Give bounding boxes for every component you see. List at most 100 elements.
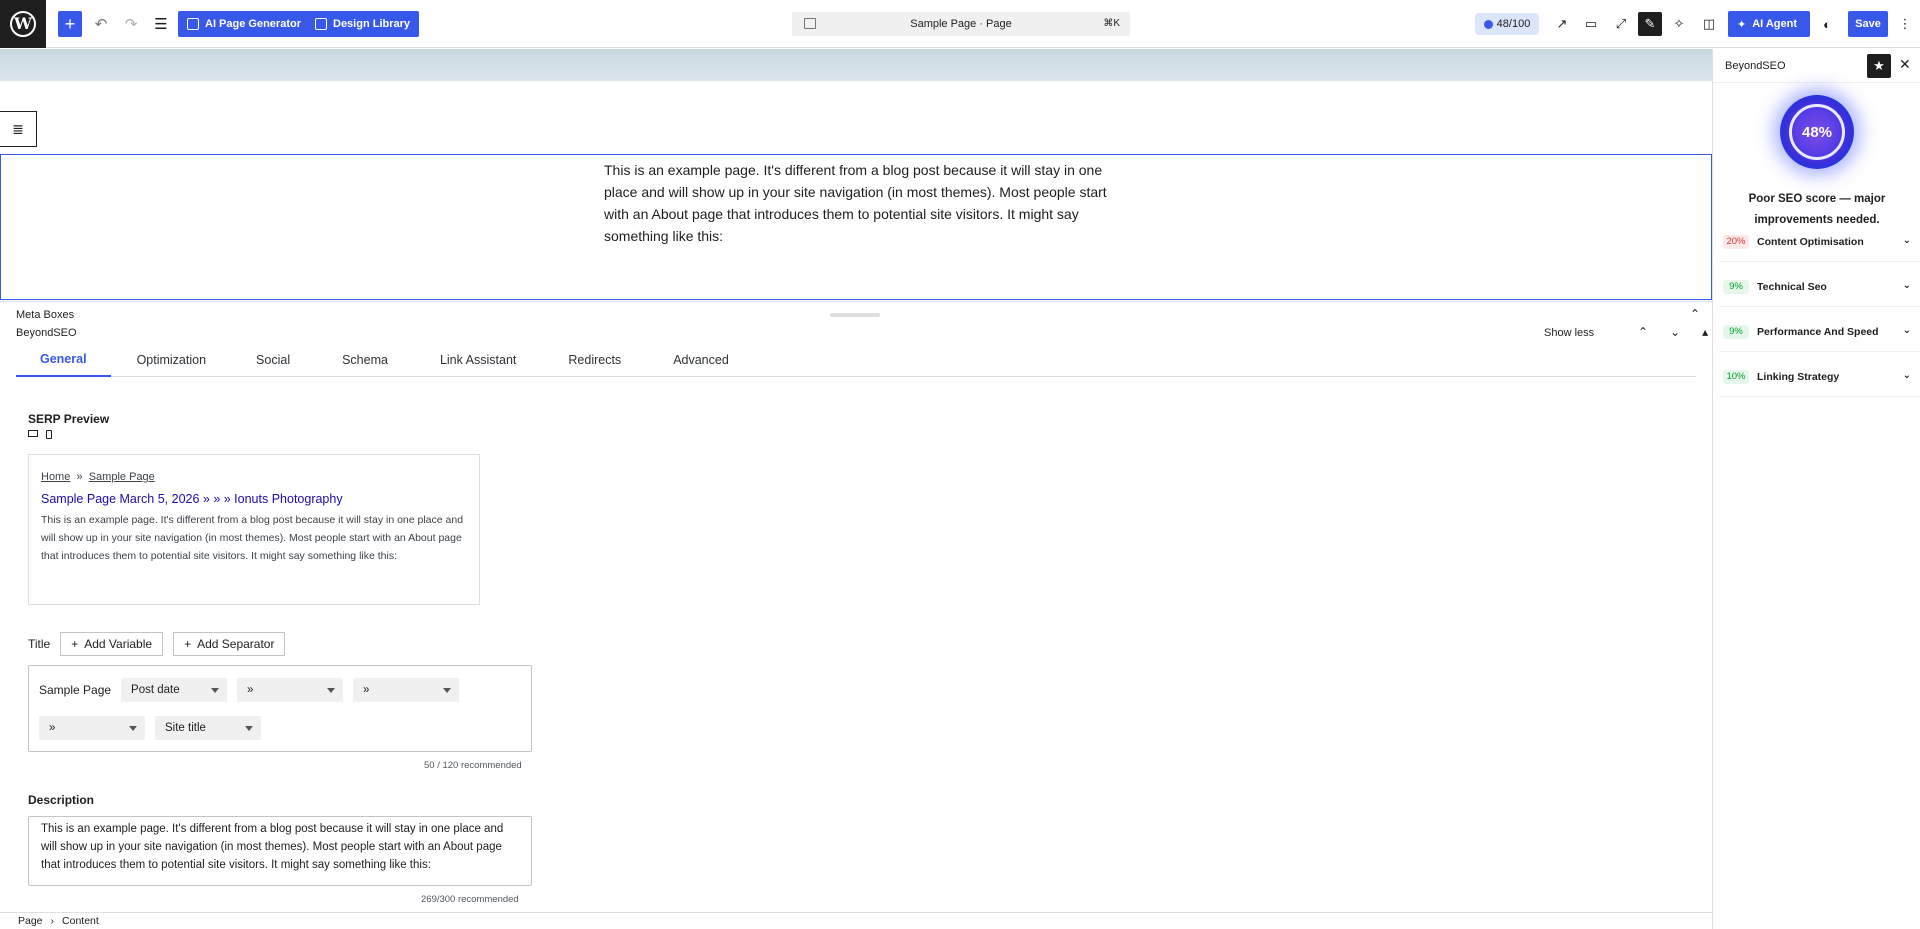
status-badge: 20% bbox=[1723, 234, 1749, 249]
more-options-icon[interactable]: ⋮ bbox=[1893, 12, 1917, 36]
breadcrumb-page[interactable]: Page bbox=[18, 915, 43, 927]
dropdown-arrow-icon bbox=[245, 726, 253, 731]
list-view-icon[interactable]: ☰ bbox=[150, 11, 172, 37]
title-label: Title bbox=[28, 637, 51, 651]
chevron-down-icon: ⌄ bbox=[1902, 280, 1911, 291]
meta-box-panel: BeyondSEO Show less ⌃ ⌄ ▴ General Optimi… bbox=[0, 327, 1712, 912]
tab-social[interactable]: Social bbox=[230, 343, 316, 377]
library-icon bbox=[315, 18, 327, 30]
sidebar-item-linking-strategy[interactable]: 10% Linking Strategy ⌄ bbox=[1719, 357, 1920, 397]
chevron-down-icon: ⌄ bbox=[1902, 235, 1911, 246]
serp-breadcrumb: Home » Sample Page bbox=[41, 471, 155, 483]
dropdown-arrow-icon bbox=[443, 688, 452, 693]
move-down-icon[interactable]: ⌄ bbox=[1670, 327, 1680, 339]
serp-title: Sample Page March 5, 2026 » » » Ionuts P… bbox=[41, 492, 343, 506]
sparkle-icon[interactable]: ✧ bbox=[1667, 12, 1691, 36]
pin-icon[interactable]: ✎ bbox=[1638, 12, 1662, 36]
serp-preview-card: Home » Sample Page Sample Page March 5, … bbox=[28, 454, 480, 605]
status-badge: 10% bbox=[1723, 369, 1749, 384]
tab-redirects[interactable]: Redirects bbox=[542, 343, 647, 377]
dropdown-arrow-icon bbox=[327, 688, 336, 693]
sidebar-title: BeyondSEO bbox=[1725, 59, 1786, 72]
save-button[interactable]: Save bbox=[1848, 11, 1888, 37]
undo-icon[interactable]: ↶ bbox=[90, 11, 112, 37]
breadcrumb-separator: › bbox=[50, 915, 55, 927]
editor-toolbar: W + ↶ ↷ ☰ AI Page Generator Design Libra… bbox=[0, 0, 1920, 48]
ai-agent-button[interactable]: ✦ AI Agent bbox=[1728, 11, 1810, 37]
command-shortcut: ⌘K bbox=[1103, 18, 1120, 29]
redo-icon[interactable]: ↷ bbox=[120, 11, 142, 37]
token-separator[interactable]: » bbox=[353, 678, 460, 702]
resize-handle[interactable] bbox=[830, 313, 880, 317]
sidebar-item-performance-and-speed[interactable]: 9% Performance And Speed ⌄ bbox=[1719, 312, 1920, 352]
title-static-text[interactable]: Sample Page bbox=[39, 683, 111, 697]
device-preview-icon[interactable]: ▭ bbox=[1579, 12, 1603, 36]
cover-image-strip bbox=[0, 49, 1712, 81]
add-variable-button[interactable]: + Add Variable bbox=[60, 632, 164, 656]
token-site-title[interactable]: Site title bbox=[155, 716, 261, 740]
chevron-down-icon: ⌄ bbox=[1902, 325, 1911, 336]
title-template-editor[interactable]: Sample Page Post date » » » Site title bbox=[28, 665, 532, 752]
navigation-menu-icon[interactable]: ≣ bbox=[0, 111, 37, 147]
chevron-down-icon: ⌄ bbox=[1902, 370, 1911, 381]
plus-icon: + bbox=[184, 637, 192, 651]
fullscreen-icon[interactable]: ⤢ bbox=[1609, 12, 1633, 36]
collapse-toggle-icon[interactable]: ▴ bbox=[1702, 327, 1708, 339]
description-counter: 269/300 recommended bbox=[421, 894, 519, 905]
tab-optimization[interactable]: Optimization bbox=[111, 343, 230, 377]
editor-canvas: ≣ This is an example page. It's differen… bbox=[0, 49, 1712, 300]
tab-schema[interactable]: Schema bbox=[316, 343, 414, 377]
serp-preview-label: SERP Preview bbox=[28, 412, 110, 426]
wordpress-logo-icon[interactable]: W bbox=[0, 0, 46, 48]
block-breadcrumb: Page › Content bbox=[0, 912, 1712, 929]
block-inserter-plus-icon[interactable]: + bbox=[58, 11, 82, 37]
title-field-row: Title + Add Variable + Add Separator bbox=[28, 632, 286, 656]
paragraph-text[interactable]: This is an example page. It's different … bbox=[604, 159, 1114, 247]
seo-score-value: 48% bbox=[1789, 104, 1845, 160]
meta-boxes-header[interactable]: Meta Boxes ⌃ bbox=[0, 301, 1712, 327]
desktop-icon[interactable] bbox=[28, 430, 38, 437]
token-separator[interactable]: » bbox=[237, 678, 344, 702]
close-icon[interactable]: ✕ bbox=[1899, 56, 1911, 73]
description-textarea[interactable]: This is an example page. It's different … bbox=[28, 816, 532, 886]
document-title: Sample Page · Page bbox=[910, 18, 1012, 30]
page-layout-icon bbox=[804, 18, 816, 29]
tab-general[interactable]: General bbox=[16, 343, 111, 377]
sidebar-item-content-optimisation[interactable]: 20% Content Optimisation ⌄ bbox=[1719, 222, 1920, 262]
mobile-icon[interactable] bbox=[46, 430, 52, 439]
ai-page-icon bbox=[187, 18, 199, 30]
settings-sidebar-icon[interactable]: ◫ bbox=[1697, 12, 1721, 36]
move-up-icon[interactable]: ⌃ bbox=[1638, 327, 1648, 339]
dropdown-arrow-icon bbox=[211, 688, 220, 693]
score-icon bbox=[1483, 19, 1493, 29]
view-external-icon[interactable]: ↗ bbox=[1550, 12, 1574, 36]
breadcrumb-content[interactable]: Content bbox=[62, 915, 99, 927]
meta-boxes-label: Meta Boxes bbox=[16, 308, 75, 321]
token-post-date[interactable]: Post date bbox=[121, 678, 228, 702]
tab-link-assistant[interactable]: Link Assistant bbox=[414, 343, 542, 377]
add-separator-button[interactable]: + Add Separator bbox=[173, 632, 286, 656]
title-counter: 50 / 120 recommended bbox=[424, 760, 522, 771]
meta-box-title-row: BeyondSEO Show less ⌃ ⌄ ▴ bbox=[16, 327, 1708, 341]
show-less-button[interactable]: Show less bbox=[1544, 327, 1594, 339]
ai-page-generator-button[interactable]: AI Page Generator bbox=[178, 11, 310, 37]
serp-description: This is an example page. It's different … bbox=[41, 514, 464, 562]
status-badge: 9% bbox=[1723, 324, 1749, 339]
seo-tabs: General Optimization Social Schema Link … bbox=[16, 343, 1696, 377]
document-command-bar[interactable]: Sample Page · Page ⌘K bbox=[792, 12, 1130, 36]
dropdown-arrow-icon bbox=[129, 726, 137, 731]
plus-icon: + bbox=[71, 637, 79, 651]
tab-advanced[interactable]: Advanced bbox=[647, 343, 755, 377]
paragraph-block[interactable]: This is an example page. It's different … bbox=[0, 154, 1712, 300]
star-icon[interactable]: ★ bbox=[1867, 54, 1891, 78]
contrast-icon[interactable]: ◐ bbox=[1815, 12, 1839, 36]
chevron-up-icon[interactable]: ⌃ bbox=[1690, 307, 1700, 321]
sidebar-item-technical-seo[interactable]: 9% Technical Seo ⌄ bbox=[1719, 267, 1920, 307]
device-toggle bbox=[28, 430, 52, 439]
design-library-button[interactable]: Design Library bbox=[306, 11, 420, 37]
sidebar-header: BeyondSEO ★ ✕ bbox=[1713, 49, 1920, 83]
token-separator[interactable]: » bbox=[39, 716, 145, 740]
seo-score-gauge: 48% bbox=[1780, 95, 1854, 169]
ai-sparkle-icon: ✦ bbox=[1737, 18, 1747, 31]
seo-score-badge[interactable]: 48/100 bbox=[1475, 13, 1539, 35]
